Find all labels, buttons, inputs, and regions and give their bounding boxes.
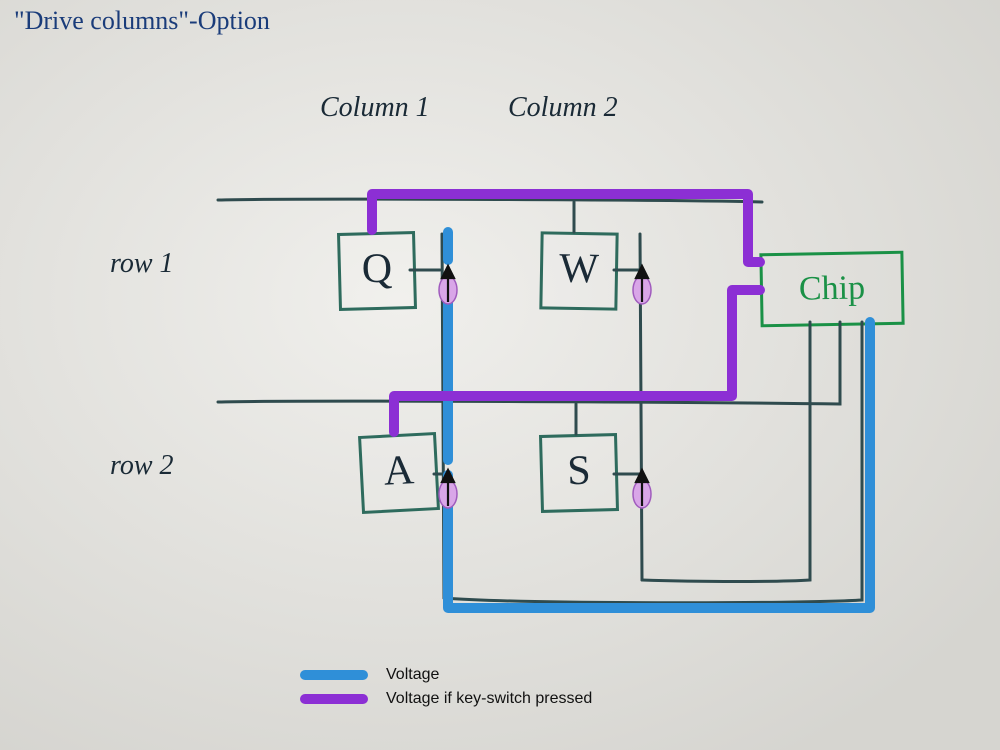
legend-label-voltage-pressed: Voltage if key-switch pressed: [386, 690, 592, 708]
diode-w: [633, 266, 651, 304]
key-s: S: [539, 433, 619, 513]
chip: Chip: [759, 251, 904, 328]
key-w: W: [539, 231, 618, 310]
diode-a: [439, 470, 457, 508]
legend-swatch-voltage-pressed: [300, 694, 368, 704]
row-2-label: row 2: [110, 450, 174, 482]
key-a: A: [358, 432, 440, 514]
column-2-label: Column 2: [508, 92, 618, 124]
legend: Voltage Voltage if key-switch pressed: [300, 660, 592, 714]
legend-label-voltage: Voltage: [386, 666, 439, 684]
row-1-label: row 1: [110, 248, 174, 280]
page-title: "Drive columns"-Option: [14, 6, 270, 36]
voltage-if-pressed-path: [372, 194, 760, 432]
legend-swatch-voltage: [300, 670, 368, 680]
diagram-wires: [0, 0, 1000, 750]
diode-s: [633, 470, 651, 508]
diode-q: [439, 266, 457, 304]
column-1-label: Column 1: [320, 92, 430, 124]
key-q: Q: [337, 231, 417, 311]
